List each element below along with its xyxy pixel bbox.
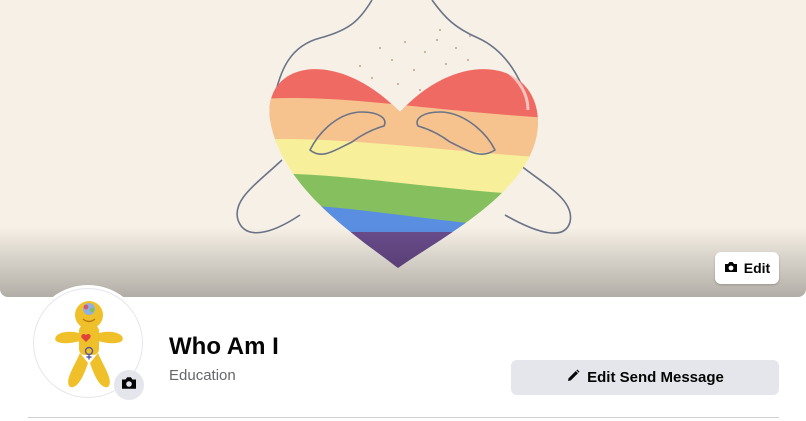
edit-cover-label: Edit — [743, 260, 771, 276]
cover-illustration — [236, 0, 572, 268]
update-profile-picture-button[interactable] — [114, 370, 144, 400]
page-category[interactable]: Education — [169, 367, 236, 384]
edit-cover-button[interactable]: Edit — [715, 252, 779, 284]
camera-icon — [121, 376, 137, 395]
header-divider — [28, 417, 779, 418]
edit-send-message-label: Edit Send Message — [587, 369, 724, 386]
cover-photo: Edit — [0, 0, 806, 297]
page-title: Who Am I — [169, 333, 279, 360]
pencil-icon — [566, 369, 580, 387]
camera-icon — [724, 260, 738, 276]
edit-send-message-button[interactable]: Edit Send Message — [511, 360, 779, 395]
